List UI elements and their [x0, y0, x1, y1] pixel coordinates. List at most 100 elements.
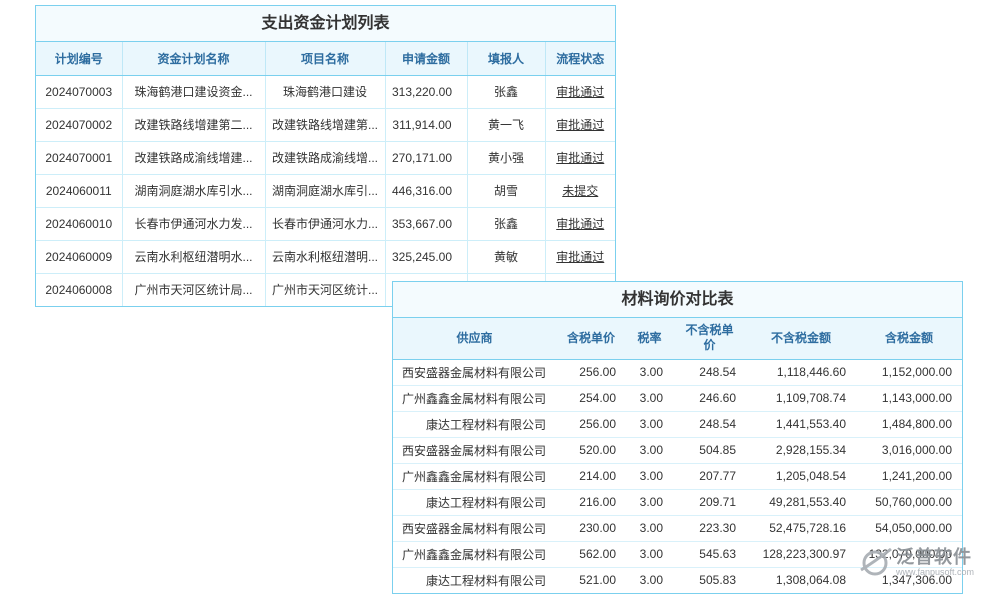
table-row: 2024070001改建铁路成渝线增建...改建铁路成渝线增...270,171… [36, 141, 615, 174]
cell-tax-rate: 3.00 [626, 567, 673, 593]
cell-tax-rate: 3.00 [626, 515, 673, 541]
column-header-supplier: 供应商 [393, 318, 556, 359]
expense-plan-title: 支出资金计划列表 [36, 6, 615, 42]
cell-tax-excl-price: 248.54 [673, 411, 746, 437]
table-row: 康达工程材料有限公司256.003.00248.541,441,553.401,… [393, 411, 962, 437]
cell-tax-rate: 3.00 [626, 541, 673, 567]
cell-tax-excl-amount: 1,118,446.60 [746, 359, 856, 385]
material-compare-table-header: 供应商含税单价税率不含税单价不含税金额含税金额 [393, 318, 962, 359]
column-header-tax-excl-price: 不含税单价 [673, 318, 746, 359]
cell-supplier[interactable]: 西安盛器金属材料有限公司 [393, 515, 556, 541]
cell-supplier[interactable]: 西安盛器金属材料有限公司 [393, 359, 556, 385]
cell-supplier[interactable]: 康达工程材料有限公司 [393, 489, 556, 515]
cell-tax-excl-amount: 49,281,553.40 [746, 489, 856, 515]
cell-tax-rate: 3.00 [626, 463, 673, 489]
cell-tax-incl-amount: 54,050,000.00 [856, 515, 962, 541]
cell-tax-excl-price: 223.30 [673, 515, 746, 541]
cell-supplier[interactable]: 西安盛器金属材料有限公司 [393, 437, 556, 463]
cell-reporter: 黄小强 [467, 141, 545, 174]
cell-fund-plan-name[interactable]: 湖南洞庭湖水库引水... [122, 174, 265, 207]
cell-status[interactable]: 审批通过 [545, 108, 615, 141]
expense-plan-table: 计划编号资金计划名称项目名称申请金额填报人流程状态 2024070003珠海鹤港… [36, 42, 615, 306]
cell-tax-incl-price: 520.00 [556, 437, 626, 463]
cell-plan-no[interactable]: 2024070001 [36, 141, 122, 174]
cell-supplier[interactable]: 康达工程材料有限公司 [393, 567, 556, 593]
column-header-tax-excl-amount: 不含税金额 [746, 318, 856, 359]
cell-tax-incl-amount: 1,484,800.00 [856, 411, 962, 437]
cell-tax-rate: 3.00 [626, 411, 673, 437]
cell-reporter: 张鑫 [467, 75, 545, 108]
cell-supplier[interactable]: 广州鑫鑫金属材料有限公司 [393, 541, 556, 567]
cell-tax-excl-amount: 1,441,553.40 [746, 411, 856, 437]
cell-reporter: 胡雪 [467, 174, 545, 207]
table-row: 2024060010长春市伊通河水力发...长春市伊通河水力...353,667… [36, 207, 615, 240]
cell-project-name[interactable]: 珠海鹤港口建设 [265, 75, 385, 108]
material-compare-title: 材料询价对比表 [393, 282, 962, 318]
cell-status[interactable]: 审批通过 [545, 141, 615, 174]
column-header-status: 流程状态 [545, 42, 615, 75]
cell-tax-incl-amount: 1,152,000.00 [856, 359, 962, 385]
column-header-project-name: 项目名称 [265, 42, 385, 75]
cell-reporter: 张鑫 [467, 207, 545, 240]
cell-tax-excl-amount: 1,308,064.08 [746, 567, 856, 593]
cell-apply-amount: 270,171.00 [385, 141, 467, 174]
cell-tax-incl-price: 214.00 [556, 463, 626, 489]
cell-fund-plan-name[interactable]: 长春市伊通河水力发... [122, 207, 265, 240]
cell-status[interactable]: 审批通过 [545, 240, 615, 273]
expense-plan-table-body: 2024070003珠海鹤港口建设资金...珠海鹤港口建设313,220.00张… [36, 75, 615, 306]
column-header-fund-plan-name: 资金计划名称 [122, 42, 265, 75]
cell-plan-no[interactable]: 2024070002 [36, 108, 122, 141]
table-row: 广州鑫鑫金属材料有限公司214.003.00207.771,205,048.54… [393, 463, 962, 489]
cell-plan-no[interactable]: 2024060010 [36, 207, 122, 240]
table-row: 西安盛器金属材料有限公司520.003.00504.852,928,155.34… [393, 437, 962, 463]
cell-fund-plan-name[interactable]: 云南水利枢纽潜明水... [122, 240, 265, 273]
column-header-tax-incl-amount: 含税金额 [856, 318, 962, 359]
cell-project-name[interactable]: 云南水利枢纽潜明... [265, 240, 385, 273]
cell-tax-excl-amount: 2,928,155.34 [746, 437, 856, 463]
cell-supplier[interactable]: 广州鑫鑫金属材料有限公司 [393, 463, 556, 489]
watermark: 泛普软件 www.fanpusoft.com [858, 545, 998, 579]
cell-tax-incl-amount: 1,143,000.00 [856, 385, 962, 411]
cell-status[interactable]: 审批通过 [545, 75, 615, 108]
cell-supplier[interactable]: 康达工程材料有限公司 [393, 411, 556, 437]
cell-apply-amount: 311,914.00 [385, 108, 467, 141]
cell-apply-amount: 353,667.00 [385, 207, 467, 240]
cell-plan-no[interactable]: 2024060008 [36, 273, 122, 306]
cell-apply-amount: 446,316.00 [385, 174, 467, 207]
cell-fund-plan-name[interactable]: 改建铁路成渝线增建... [122, 141, 265, 174]
cell-tax-rate: 3.00 [626, 385, 673, 411]
expense-plan-panel: 支出资金计划列表 计划编号资金计划名称项目名称申请金额填报人流程状态 20240… [35, 5, 616, 307]
table-row: 2024070003珠海鹤港口建设资金...珠海鹤港口建设313,220.00张… [36, 75, 615, 108]
cell-tax-excl-price: 209.71 [673, 489, 746, 515]
cell-tax-excl-amount: 1,109,708.74 [746, 385, 856, 411]
cell-tax-incl-price: 216.00 [556, 489, 626, 515]
cell-tax-rate: 3.00 [626, 437, 673, 463]
cell-tax-incl-amount: 50,760,000.00 [856, 489, 962, 515]
cell-plan-no[interactable]: 2024060009 [36, 240, 122, 273]
cell-tax-rate: 3.00 [626, 489, 673, 515]
table-row: 广州鑫鑫金属材料有限公司254.003.00246.601,109,708.74… [393, 385, 962, 411]
cell-project-name[interactable]: 改建铁路成渝线增... [265, 141, 385, 174]
cell-tax-incl-price: 256.00 [556, 411, 626, 437]
cell-project-name[interactable]: 长春市伊通河水力... [265, 207, 385, 240]
cell-tax-incl-amount: 1,241,200.00 [856, 463, 962, 489]
cell-project-name[interactable]: 改建铁路线增建第... [265, 108, 385, 141]
cell-project-name[interactable]: 湖南洞庭湖水库引... [265, 174, 385, 207]
cell-tax-excl-price: 248.54 [673, 359, 746, 385]
cell-fund-plan-name[interactable]: 广州市天河区统计局... [122, 273, 265, 306]
cell-tax-rate: 3.00 [626, 359, 673, 385]
table-row: 2024060011湖南洞庭湖水库引水...湖南洞庭湖水库引...446,316… [36, 174, 615, 207]
column-header-apply-amount: 申请金额 [385, 42, 467, 75]
cell-fund-plan-name[interactable]: 珠海鹤港口建设资金... [122, 75, 265, 108]
cell-plan-no[interactable]: 2024070003 [36, 75, 122, 108]
cell-status[interactable]: 审批通过 [545, 207, 615, 240]
cell-project-name[interactable]: 广州市天河区统计... [265, 273, 385, 306]
cell-tax-incl-price: 256.00 [556, 359, 626, 385]
cell-plan-no[interactable]: 2024060011 [36, 174, 122, 207]
column-header-tax-rate: 税率 [626, 318, 673, 359]
cell-supplier[interactable]: 广州鑫鑫金属材料有限公司 [393, 385, 556, 411]
cell-fund-plan-name[interactable]: 改建铁路线增建第二... [122, 108, 265, 141]
cell-status[interactable]: 未提交 [545, 174, 615, 207]
cell-tax-excl-price: 505.83 [673, 567, 746, 593]
cell-reporter: 黄敏 [467, 240, 545, 273]
